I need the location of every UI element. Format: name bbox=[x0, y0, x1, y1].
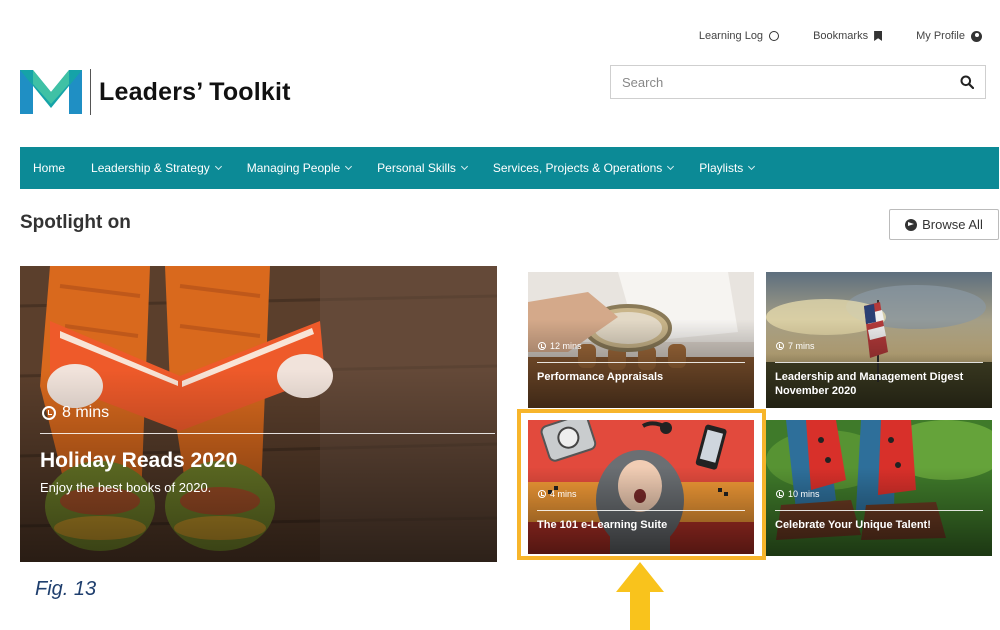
up-arrow-icon bbox=[616, 562, 664, 630]
learning-log-label: Learning Log bbox=[698, 30, 764, 42]
top-links: Learning Log Bookmarks My Profile bbox=[699, 30, 982, 42]
search-box bbox=[610, 65, 986, 99]
card-overlay bbox=[766, 420, 992, 556]
chevron-down-icon bbox=[345, 162, 353, 171]
nav-label: Managing People bbox=[246, 161, 341, 175]
featured-card[interactable]: 8 mins Holiday Reads 2020 Enjoy the best… bbox=[20, 266, 497, 562]
search-icon bbox=[960, 75, 974, 89]
clock-icon bbox=[776, 490, 784, 498]
search-button[interactable] bbox=[949, 66, 985, 98]
card-duration: 8 mins bbox=[42, 404, 109, 422]
nav-leadership-strategy[interactable]: Leadership & Strategy bbox=[91, 161, 222, 175]
card-divider bbox=[775, 510, 983, 511]
nav-personal-skills[interactable]: Personal Skills bbox=[377, 161, 468, 175]
figure-label: Fig. 13 bbox=[35, 578, 97, 600]
duration-text: 10 mins bbox=[788, 489, 820, 499]
profile-icon bbox=[971, 30, 982, 42]
bookmarks-link[interactable]: Bookmarks bbox=[813, 30, 883, 42]
card-divider bbox=[537, 362, 745, 363]
clock-icon bbox=[42, 406, 56, 420]
spotlight-heading: Spotlight on bbox=[20, 212, 131, 233]
nav-home[interactable]: Home bbox=[33, 161, 65, 175]
duration-text: 7 mins bbox=[788, 341, 815, 351]
highlight-box bbox=[517, 409, 766, 560]
card-title: Holiday Reads 2020 bbox=[40, 449, 238, 472]
logo-text: Leaders’ Toolkit bbox=[99, 77, 291, 106]
card-duration: 12 mins bbox=[538, 341, 582, 351]
nav-label: Home bbox=[33, 161, 66, 175]
browse-all-button[interactable]: Browse All bbox=[889, 209, 999, 240]
nav-label: Playlists bbox=[699, 161, 744, 175]
logo-divider bbox=[90, 69, 91, 115]
duration-text: 8 mins bbox=[62, 404, 110, 421]
logo-m-icon bbox=[20, 70, 82, 114]
site-logo[interactable]: Leaders’ Toolkit bbox=[20, 68, 291, 116]
arrow-right-circle-icon bbox=[905, 218, 918, 231]
duration-text: 12 mins bbox=[550, 341, 582, 351]
chevron-down-icon bbox=[667, 162, 675, 171]
spotlight-card[interactable]: 12 mins Performance Appraisals bbox=[528, 272, 754, 408]
learning-log-link[interactable]: Learning Log bbox=[698, 30, 780, 42]
card-title: Celebrate Your Unique Talent! bbox=[775, 519, 931, 531]
card-divider bbox=[775, 362, 983, 363]
chevron-down-icon bbox=[748, 162, 756, 171]
card-title: Performance Appraisals bbox=[537, 371, 664, 383]
nav-playlists[interactable]: Playlists bbox=[699, 161, 756, 175]
nav-label: Personal Skills bbox=[377, 161, 456, 175]
nav-label: Services, Projects & Operations bbox=[492, 161, 663, 175]
chevron-down-icon bbox=[214, 162, 222, 171]
nav-label: Leadership & Strategy bbox=[91, 161, 210, 175]
search-input[interactable] bbox=[611, 66, 949, 98]
card-duration: 7 mins bbox=[776, 341, 815, 351]
circle-icon bbox=[769, 31, 780, 41]
card-duration: 10 mins bbox=[776, 489, 820, 499]
my-profile-label: My Profile bbox=[916, 30, 965, 42]
main-nav: Home Leadership & Strategy Managing Peop… bbox=[20, 147, 999, 189]
card-overlay bbox=[528, 272, 754, 408]
nav-managing-people[interactable]: Managing People bbox=[246, 161, 353, 175]
bookmarks-label: Bookmarks bbox=[813, 30, 869, 42]
clock-icon bbox=[538, 342, 546, 350]
bookmark-icon bbox=[874, 31, 883, 41]
nav-services-projects-operations[interactable]: Services, Projects & Operations bbox=[492, 161, 675, 175]
card-subtitle: Enjoy the best books of 2020. bbox=[40, 480, 212, 495]
spotlight-card[interactable]: 10 mins Celebrate Your Unique Talent! bbox=[766, 420, 992, 556]
browse-all-label: Browse All bbox=[922, 217, 983, 232]
card-title: Leadership and Management Digest Novembe… bbox=[775, 371, 964, 398]
spotlight-card[interactable]: 7 mins Leadership and Management Digest … bbox=[766, 272, 992, 408]
clock-icon bbox=[776, 342, 784, 350]
card-divider bbox=[40, 433, 495, 434]
my-profile-link[interactable]: My Profile bbox=[916, 30, 982, 42]
chevron-down-icon bbox=[460, 162, 468, 171]
